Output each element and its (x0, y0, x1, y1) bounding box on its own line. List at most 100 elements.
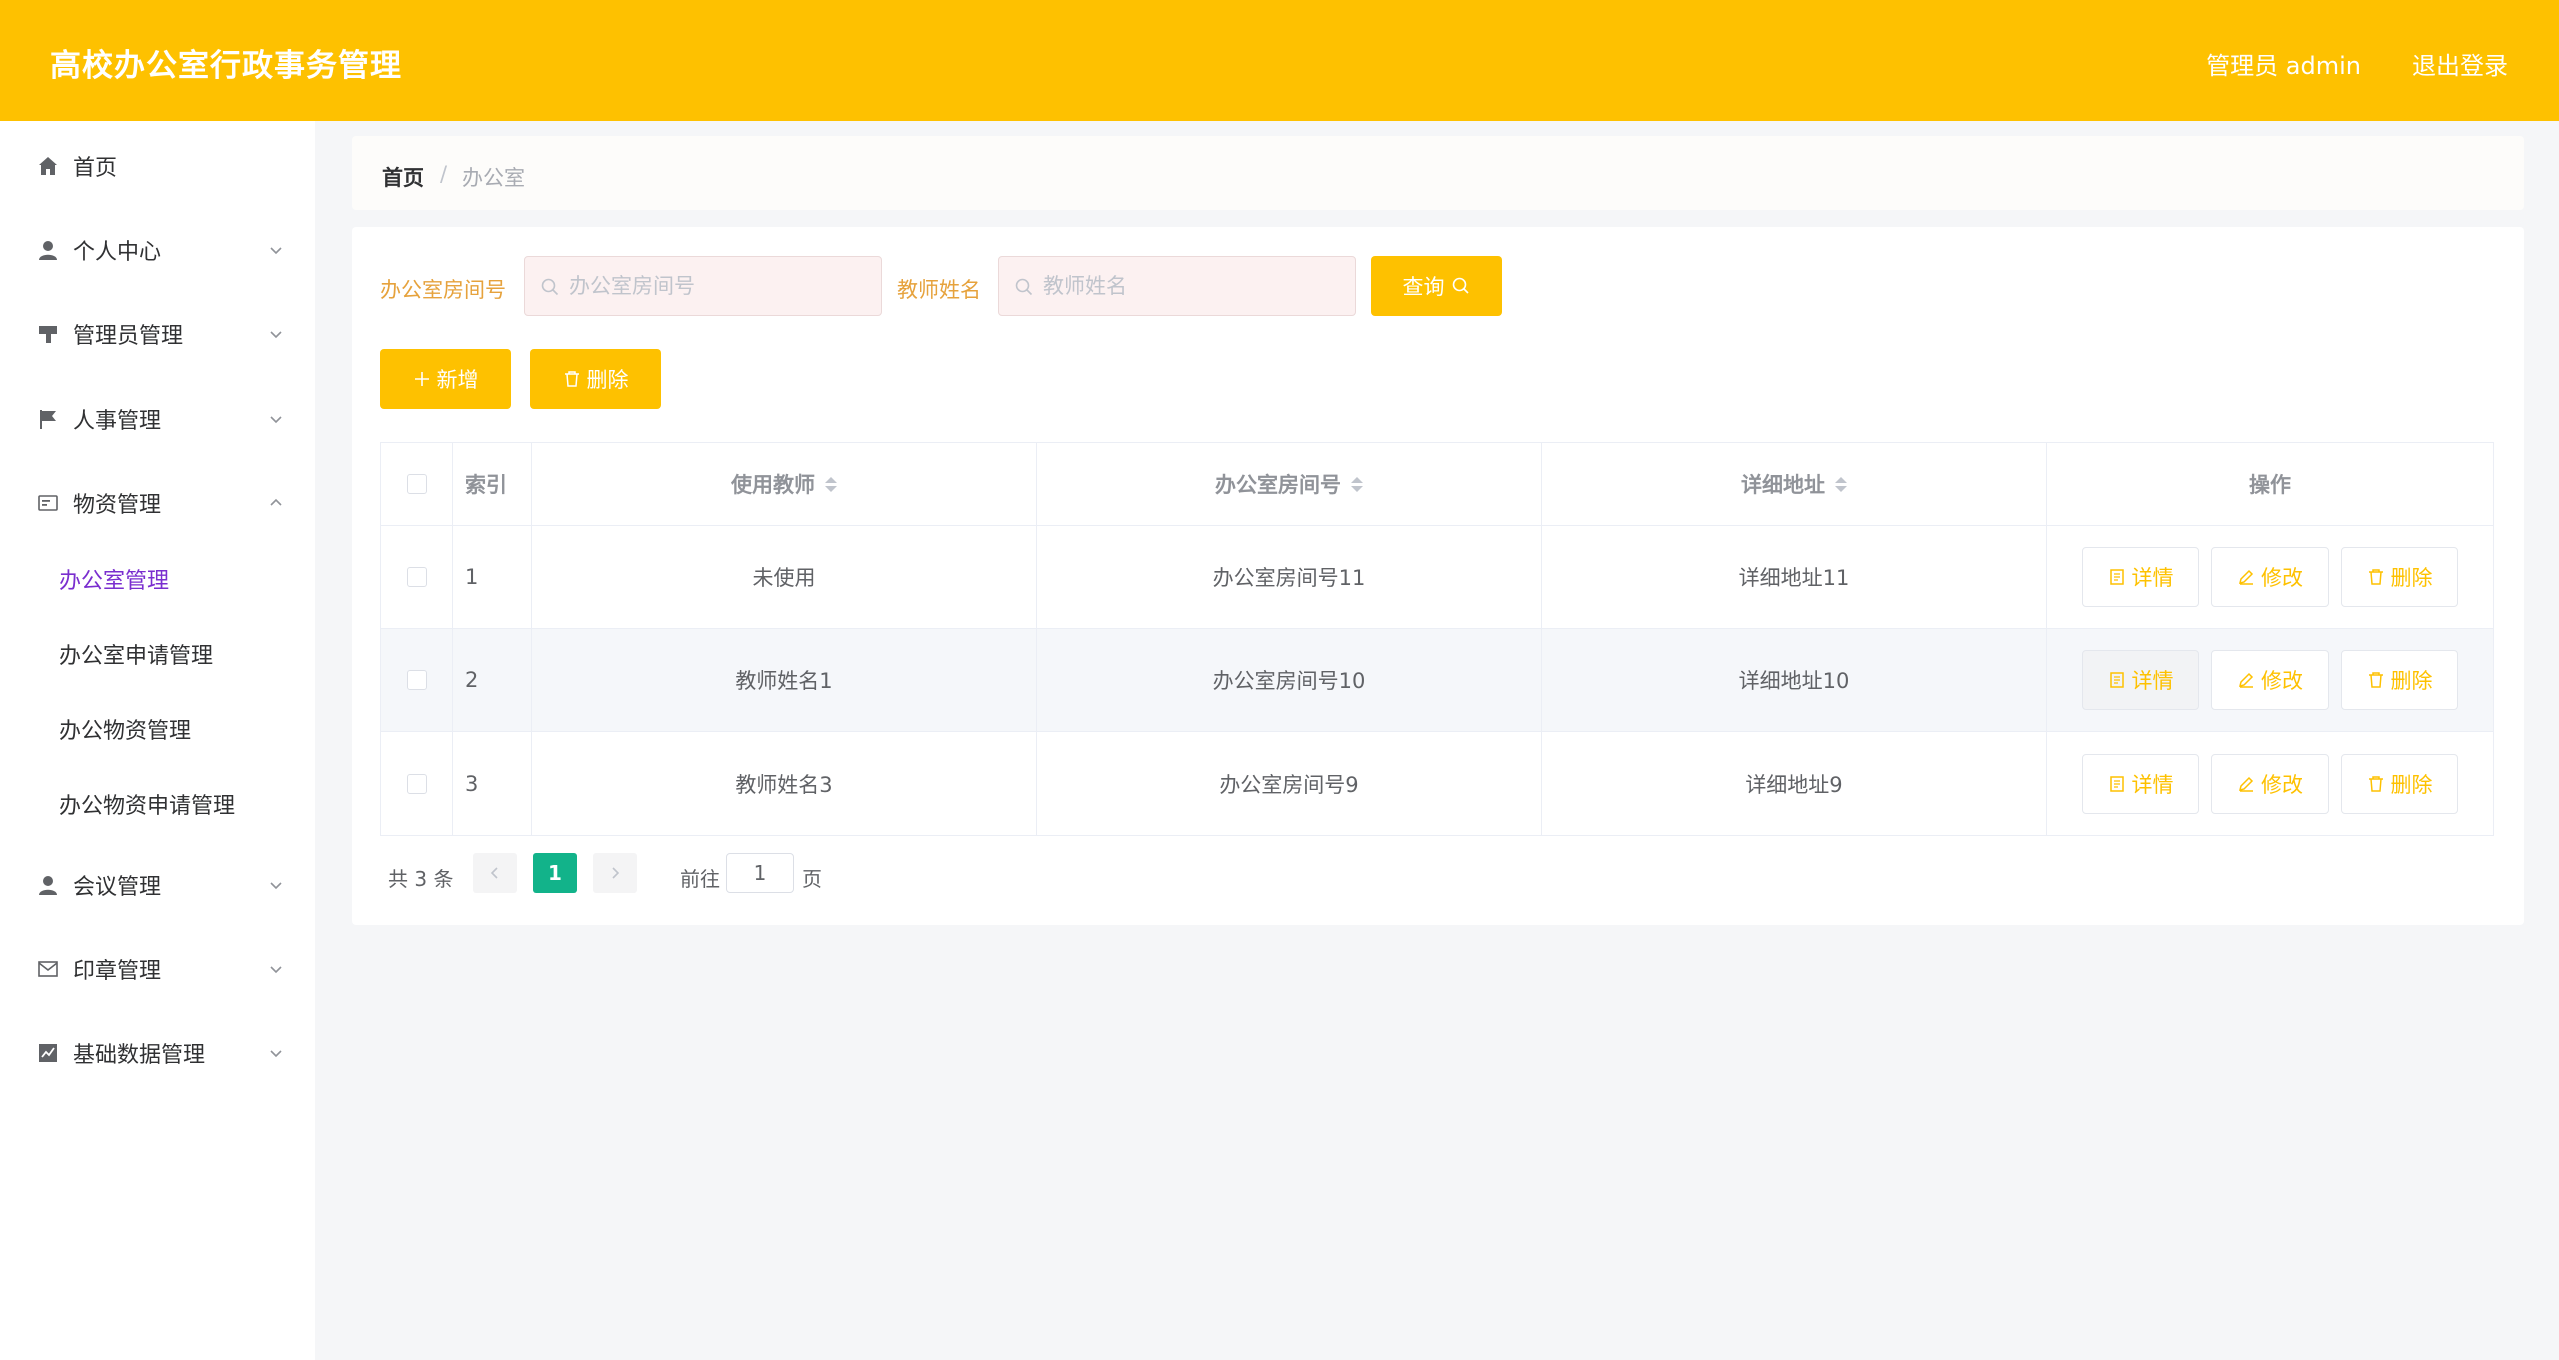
add-button[interactable]: 新增 (380, 349, 511, 409)
trash-icon (564, 371, 579, 387)
detail-button[interactable]: 详情 (2082, 650, 2199, 710)
detail-button-label: 详情 (2131, 772, 2174, 797)
table-row: 2 教师姓名1 办公室房间号10 详细地址10 详情 修改 删除 (381, 629, 2493, 732)
edit-icon (2238, 569, 2254, 585)
admin-user-label[interactable]: 管理员 admin (2206, 46, 2361, 81)
cell-teacher: 未使用 (532, 526, 1037, 628)
sidebar-item-label: 个人中心 (73, 240, 162, 265)
cell-ops: 详情 修改 删除 (2047, 732, 2493, 835)
document-icon (2109, 775, 2124, 792)
row-checkbox-cell (381, 629, 453, 731)
cell-teacher: 教师姓名3 (532, 732, 1037, 835)
room-number-field[interactable] (524, 256, 882, 316)
cell-ops: 详情 修改 删除 (2047, 526, 2493, 628)
user-icon (36, 238, 60, 262)
page-number-button[interactable]: 1 (533, 853, 577, 893)
cell-address: 详细地址11 (1542, 526, 2047, 628)
row-checkbox-cell (381, 526, 453, 628)
chevron-down-icon (270, 247, 282, 255)
sidebar-item-label: 首页 (73, 156, 118, 181)
sidebar-item-seal-management[interactable]: 印章管理 (0, 939, 315, 999)
search-icon (1015, 278, 1033, 296)
edit-icon (2238, 776, 2254, 792)
sidebar-item-base-data-management[interactable]: 基础数据管理 (0, 1023, 315, 1083)
sidebar-subitem-label: 办公物资管理 (59, 719, 192, 744)
header-index: 索引 (453, 443, 532, 525)
query-button[interactable]: 查询 (1371, 256, 1502, 316)
row-checkbox[interactable] (406, 773, 427, 794)
message-icon (36, 491, 60, 515)
batch-delete-button[interactable]: 删除 (530, 349, 661, 409)
sort-icon[interactable] (825, 476, 837, 492)
teacher-name-field[interactable] (998, 256, 1356, 316)
query-button-label: 查询 (1402, 275, 1445, 299)
cell-teacher: 教师姓名1 (532, 629, 1037, 731)
detail-button[interactable]: 详情 (2082, 753, 2199, 814)
sidebar-item-label: 印章管理 (73, 959, 162, 984)
page-suffix-label: 页 (802, 867, 822, 891)
sidebar-item-materials-management[interactable]: 物资管理 (0, 473, 315, 533)
detail-button-label: 详情 (2131, 566, 2174, 590)
brush-icon (36, 322, 60, 346)
cell-room: 办公室房间号11 (1037, 526, 1542, 628)
sidebar-item-admin-management[interactable]: 管理员管理 (0, 304, 315, 364)
sidebar-item-home[interactable]: 首页 (0, 136, 315, 196)
header-ops: 操作 (2249, 473, 2291, 497)
chevron-left-icon (490, 867, 498, 879)
prev-page-button[interactable] (473, 853, 517, 893)
edit-button[interactable]: 修改 (2211, 650, 2329, 710)
cell-room: 办公室房间号9 (1037, 732, 1542, 835)
cell-index: 3 (453, 732, 532, 835)
room-number-input[interactable] (569, 257, 809, 315)
sidebar-subitem-supplies-application[interactable]: 办公物资申请管理 (0, 774, 315, 834)
sort-icon[interactable] (1835, 476, 1847, 492)
sidebar-item-label: 人事管理 (73, 409, 162, 434)
row-checkbox[interactable] (406, 567, 427, 587)
chevron-down-icon (270, 331, 282, 339)
delete-button[interactable]: 删除 (2341, 753, 2458, 814)
home-icon (36, 154, 60, 178)
row-checkbox-cell (381, 732, 453, 835)
row-checkbox[interactable] (406, 670, 427, 690)
plus-icon (414, 372, 429, 386)
sidebar-item-personal-center[interactable]: 个人中心 (0, 220, 315, 280)
sidebar-subitem-office-application[interactable]: 办公室申请管理 (0, 624, 315, 684)
select-all-checkbox[interactable] (406, 474, 427, 494)
chevron-up-icon (270, 498, 282, 506)
cell-ops: 详情 修改 删除 (2047, 629, 2493, 731)
top-header: 高校办公室行政事务管理 管理员 admin 退出登录 (0, 0, 2559, 121)
cell-address: 详细地址10 (1542, 629, 2047, 731)
sidebar-item-label: 管理员管理 (73, 324, 184, 349)
sidebar-subitem-office-management[interactable]: 办公室管理 (0, 549, 315, 609)
edit-icon (2238, 672, 2254, 688)
edit-button[interactable]: 修改 (2211, 547, 2329, 607)
header-address[interactable]: 详细地址 (1542, 443, 2047, 525)
app-title: 高校办公室行政事务管理 (50, 48, 402, 84)
header-room[interactable]: 办公室房间号 (1037, 443, 1542, 525)
sort-icon[interactable] (1351, 476, 1363, 492)
table-row: 1 未使用 办公室房间号11 详细地址11 详情 修改 删除 (381, 526, 2493, 629)
sidebar-item-meeting-management[interactable]: 会议管理 (0, 855, 315, 915)
document-icon (2109, 672, 2124, 688)
teacher-name-input[interactable] (1043, 257, 1283, 315)
delete-button-label: 删除 (2390, 772, 2433, 797)
header-room-label: 办公室房间号 (1215, 473, 1341, 497)
header-teacher[interactable]: 使用教师 (532, 443, 1037, 525)
detail-button-label: 详情 (2131, 669, 2174, 693)
sidebar-subitem-office-supplies[interactable]: 办公物资管理 (0, 699, 315, 759)
edit-button[interactable]: 修改 (2211, 753, 2329, 814)
table-header-row: 索引 使用教师 办公室房间号 详细地址 操作 (381, 443, 2493, 526)
goto-page-input[interactable]: 1 (726, 853, 794, 893)
pagination-total: 共 3 条 (388, 867, 454, 891)
cell-index: 1 (453, 526, 532, 628)
sidebar-subitem-label: 办公室申请管理 (59, 644, 214, 669)
breadcrumb: 首页 / 办公室 (352, 136, 2524, 210)
flag-icon (36, 407, 60, 431)
breadcrumb-home[interactable]: 首页 (382, 162, 424, 192)
delete-button[interactable]: 删除 (2341, 547, 2458, 607)
detail-button[interactable]: 详情 (2082, 547, 2199, 607)
delete-button[interactable]: 删除 (2341, 650, 2458, 710)
sidebar-item-personnel-management[interactable]: 人事管理 (0, 389, 315, 449)
next-page-button[interactable] (593, 853, 637, 893)
logout-link[interactable]: 退出登录 (2412, 46, 2508, 81)
